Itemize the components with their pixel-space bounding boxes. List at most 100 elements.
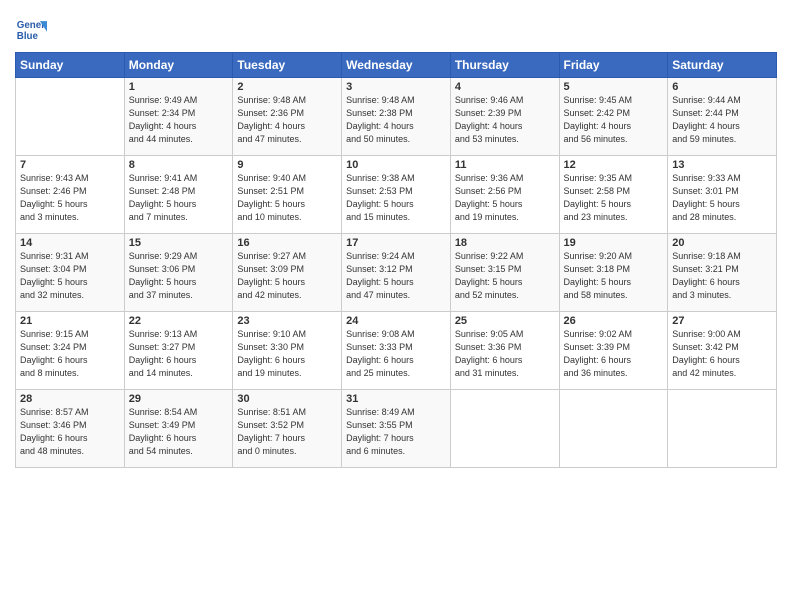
day-info: Sunrise: 9:44 AM Sunset: 2:44 PM Dayligh…: [672, 94, 772, 146]
day-info: Sunrise: 9:27 AM Sunset: 3:09 PM Dayligh…: [237, 250, 337, 302]
day-info: Sunrise: 9:43 AM Sunset: 2:46 PM Dayligh…: [20, 172, 120, 224]
day-number: 3: [346, 81, 446, 93]
day-info: Sunrise: 9:05 AM Sunset: 3:36 PM Dayligh…: [455, 328, 555, 380]
day-info: Sunrise: 8:51 AM Sunset: 3:52 PM Dayligh…: [237, 406, 337, 458]
day-info: Sunrise: 9:22 AM Sunset: 3:15 PM Dayligh…: [455, 250, 555, 302]
day-cell: 10Sunrise: 9:38 AM Sunset: 2:53 PM Dayli…: [342, 156, 451, 234]
day-cell: 16Sunrise: 9:27 AM Sunset: 3:09 PM Dayli…: [233, 234, 342, 312]
logo-icon: General Blue: [15, 14, 47, 46]
day-cell: 7Sunrise: 9:43 AM Sunset: 2:46 PM Daylig…: [16, 156, 125, 234]
day-number: 17: [346, 237, 446, 249]
svg-text:Blue: Blue: [17, 31, 39, 42]
day-cell: 17Sunrise: 9:24 AM Sunset: 3:12 PM Dayli…: [342, 234, 451, 312]
day-cell: 19Sunrise: 9:20 AM Sunset: 3:18 PM Dayli…: [559, 234, 668, 312]
day-info: Sunrise: 9:49 AM Sunset: 2:34 PM Dayligh…: [129, 94, 229, 146]
day-number: 30: [237, 393, 337, 405]
day-cell: 14Sunrise: 9:31 AM Sunset: 3:04 PM Dayli…: [16, 234, 125, 312]
day-cell: 13Sunrise: 9:33 AM Sunset: 3:01 PM Dayli…: [668, 156, 777, 234]
day-cell: 9Sunrise: 9:40 AM Sunset: 2:51 PM Daylig…: [233, 156, 342, 234]
day-info: Sunrise: 9:38 AM Sunset: 2:53 PM Dayligh…: [346, 172, 446, 224]
day-number: 31: [346, 393, 446, 405]
day-number: 24: [346, 315, 446, 327]
col-header-tuesday: Tuesday: [233, 53, 342, 78]
week-row-4: 21Sunrise: 9:15 AM Sunset: 3:24 PM Dayli…: [16, 312, 777, 390]
col-header-monday: Monday: [124, 53, 233, 78]
day-cell: 31Sunrise: 8:49 AM Sunset: 3:55 PM Dayli…: [342, 390, 451, 468]
day-number: 27: [672, 315, 772, 327]
day-number: 29: [129, 393, 229, 405]
day-cell: 26Sunrise: 9:02 AM Sunset: 3:39 PM Dayli…: [559, 312, 668, 390]
day-number: 16: [237, 237, 337, 249]
day-info: Sunrise: 9:41 AM Sunset: 2:48 PM Dayligh…: [129, 172, 229, 224]
calendar-page: General Blue SundayMondayTuesdayWednesda…: [0, 0, 792, 612]
day-info: Sunrise: 9:20 AM Sunset: 3:18 PM Dayligh…: [564, 250, 664, 302]
header: General Blue: [15, 10, 777, 46]
day-number: 14: [20, 237, 120, 249]
day-number: 1: [129, 81, 229, 93]
day-number: 13: [672, 159, 772, 171]
col-header-thursday: Thursday: [450, 53, 559, 78]
day-info: Sunrise: 9:35 AM Sunset: 2:58 PM Dayligh…: [564, 172, 664, 224]
calendar-header: SundayMondayTuesdayWednesdayThursdayFrid…: [16, 53, 777, 78]
day-cell: 15Sunrise: 9:29 AM Sunset: 3:06 PM Dayli…: [124, 234, 233, 312]
day-number: 20: [672, 237, 772, 249]
week-row-3: 14Sunrise: 9:31 AM Sunset: 3:04 PM Dayli…: [16, 234, 777, 312]
week-row-2: 7Sunrise: 9:43 AM Sunset: 2:46 PM Daylig…: [16, 156, 777, 234]
day-cell: 24Sunrise: 9:08 AM Sunset: 3:33 PM Dayli…: [342, 312, 451, 390]
col-header-wednesday: Wednesday: [342, 53, 451, 78]
day-number: 28: [20, 393, 120, 405]
day-number: 7: [20, 159, 120, 171]
day-info: Sunrise: 9:13 AM Sunset: 3:27 PM Dayligh…: [129, 328, 229, 380]
day-info: Sunrise: 9:02 AM Sunset: 3:39 PM Dayligh…: [564, 328, 664, 380]
day-cell: 8Sunrise: 9:41 AM Sunset: 2:48 PM Daylig…: [124, 156, 233, 234]
day-cell: [559, 390, 668, 468]
day-number: 18: [455, 237, 555, 249]
col-header-saturday: Saturday: [668, 53, 777, 78]
day-info: Sunrise: 9:46 AM Sunset: 2:39 PM Dayligh…: [455, 94, 555, 146]
week-row-1: 1Sunrise: 9:49 AM Sunset: 2:34 PM Daylig…: [16, 78, 777, 156]
day-cell: 20Sunrise: 9:18 AM Sunset: 3:21 PM Dayli…: [668, 234, 777, 312]
day-number: 19: [564, 237, 664, 249]
day-cell: [16, 78, 125, 156]
day-number: 12: [564, 159, 664, 171]
day-number: 25: [455, 315, 555, 327]
logo: General Blue: [15, 14, 47, 46]
day-cell: 12Sunrise: 9:35 AM Sunset: 2:58 PM Dayli…: [559, 156, 668, 234]
day-info: Sunrise: 9:10 AM Sunset: 3:30 PM Dayligh…: [237, 328, 337, 380]
day-cell: 1Sunrise: 9:49 AM Sunset: 2:34 PM Daylig…: [124, 78, 233, 156]
day-number: 4: [455, 81, 555, 93]
day-cell: [668, 390, 777, 468]
header-row: SundayMondayTuesdayWednesdayThursdayFrid…: [16, 53, 777, 78]
day-info: Sunrise: 9:48 AM Sunset: 2:38 PM Dayligh…: [346, 94, 446, 146]
day-info: Sunrise: 9:15 AM Sunset: 3:24 PM Dayligh…: [20, 328, 120, 380]
day-number: 10: [346, 159, 446, 171]
day-info: Sunrise: 9:00 AM Sunset: 3:42 PM Dayligh…: [672, 328, 772, 380]
day-number: 22: [129, 315, 229, 327]
day-cell: [450, 390, 559, 468]
day-cell: 21Sunrise: 9:15 AM Sunset: 3:24 PM Dayli…: [16, 312, 125, 390]
day-number: 23: [237, 315, 337, 327]
day-cell: 3Sunrise: 9:48 AM Sunset: 2:38 PM Daylig…: [342, 78, 451, 156]
day-info: Sunrise: 8:57 AM Sunset: 3:46 PM Dayligh…: [20, 406, 120, 458]
col-header-sunday: Sunday: [16, 53, 125, 78]
day-cell: 23Sunrise: 9:10 AM Sunset: 3:30 PM Dayli…: [233, 312, 342, 390]
day-cell: 22Sunrise: 9:13 AM Sunset: 3:27 PM Dayli…: [124, 312, 233, 390]
day-number: 15: [129, 237, 229, 249]
col-header-friday: Friday: [559, 53, 668, 78]
day-info: Sunrise: 9:36 AM Sunset: 2:56 PM Dayligh…: [455, 172, 555, 224]
day-info: Sunrise: 9:48 AM Sunset: 2:36 PM Dayligh…: [237, 94, 337, 146]
day-info: Sunrise: 8:54 AM Sunset: 3:49 PM Dayligh…: [129, 406, 229, 458]
day-number: 5: [564, 81, 664, 93]
day-number: 11: [455, 159, 555, 171]
day-cell: 18Sunrise: 9:22 AM Sunset: 3:15 PM Dayli…: [450, 234, 559, 312]
day-info: Sunrise: 8:49 AM Sunset: 3:55 PM Dayligh…: [346, 406, 446, 458]
calendar-table: SundayMondayTuesdayWednesdayThursdayFrid…: [15, 52, 777, 468]
calendar-body: 1Sunrise: 9:49 AM Sunset: 2:34 PM Daylig…: [16, 78, 777, 468]
day-cell: 25Sunrise: 9:05 AM Sunset: 3:36 PM Dayli…: [450, 312, 559, 390]
day-cell: 2Sunrise: 9:48 AM Sunset: 2:36 PM Daylig…: [233, 78, 342, 156]
day-info: Sunrise: 9:45 AM Sunset: 2:42 PM Dayligh…: [564, 94, 664, 146]
day-cell: 11Sunrise: 9:36 AM Sunset: 2:56 PM Dayli…: [450, 156, 559, 234]
day-info: Sunrise: 9:31 AM Sunset: 3:04 PM Dayligh…: [20, 250, 120, 302]
day-info: Sunrise: 9:29 AM Sunset: 3:06 PM Dayligh…: [129, 250, 229, 302]
day-cell: 6Sunrise: 9:44 AM Sunset: 2:44 PM Daylig…: [668, 78, 777, 156]
